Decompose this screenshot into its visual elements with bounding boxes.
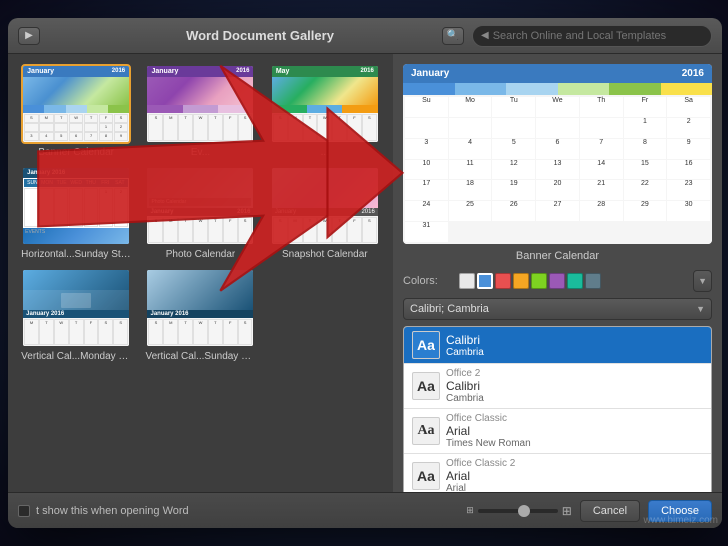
template-thumb-event: January2016 SMT WTFS bbox=[145, 64, 255, 144]
template-grid: January 2016 bbox=[8, 54, 393, 492]
font-item-cat-3: Office Classic bbox=[446, 413, 531, 424]
preview-color-bar bbox=[403, 83, 712, 95]
font-item-cat-2: Office 2 bbox=[446, 368, 484, 379]
template-thumb-photo: Photo Calendar January2016 SMT WTFS bbox=[145, 166, 255, 246]
word-document-gallery-dialog: ▶ Word Document Gallery 🔍 ◀ Januar bbox=[8, 18, 722, 528]
font-item-office-classic2[interactable]: Aa Office Classic 2 Arial Arial bbox=[404, 454, 711, 492]
bottom-bar: t show this when opening Word ⊞ ⊞ Cancel… bbox=[8, 492, 722, 528]
color-swatches bbox=[459, 273, 687, 289]
colors-label: Colors: bbox=[403, 275, 453, 287]
controls-section: Colors: ▼ bbox=[403, 270, 712, 492]
size-slider-track bbox=[478, 509, 558, 513]
font-item-details-3: Office Classic Arial Times New Roman bbox=[446, 413, 531, 449]
font-item-details-2: Office 2 Calibri Cambria bbox=[446, 368, 484, 404]
template-row-1: January 2016 bbox=[18, 64, 383, 158]
template-item-event[interactable]: January2016 SMT WTFS bbox=[142, 64, 258, 158]
color-swatch-5[interactable] bbox=[531, 273, 547, 289]
dropdown-arrow-icon: ▼ bbox=[698, 276, 707, 286]
font-item-name-3: Arial bbox=[446, 424, 531, 438]
font-item-sub-3: Times New Roman bbox=[446, 438, 531, 449]
preview-panel: January 2016 SuMoTu WeThFrSa 12 345 bbox=[393, 54, 722, 492]
checkbox-label: t show this when opening Word bbox=[36, 505, 189, 517]
template-item-banner-calendar[interactable]: January 2016 bbox=[18, 64, 134, 158]
preview-cal-header: January 2016 bbox=[403, 64, 712, 83]
font-item-aa-3: Aa bbox=[412, 417, 440, 445]
template-label-may: ... bbox=[321, 147, 329, 158]
template-label-photo-cal: Photo Calendar bbox=[166, 249, 236, 260]
template-label-horiz-sun: Horizontal...Sunday Start bbox=[21, 249, 131, 260]
color-swatch-3[interactable] bbox=[495, 273, 511, 289]
template-label-vert-mon: Vertical Cal...Monday Start bbox=[21, 351, 131, 362]
template-label-vert-sun: Vertical Cal...Sunday Start bbox=[145, 351, 255, 362]
font-dropdown[interactable]: Calibri; Cambria ▼ bbox=[403, 298, 712, 320]
template-thumb-vert-mon: January 2016 MTW TFSS bbox=[21, 268, 131, 348]
template-thumb-snapshot: January2016 SMT WTFS bbox=[270, 166, 380, 246]
template-item-may[interactable]: May2016 SMT WTFS bbox=[267, 64, 383, 158]
font-item-name-1: Calibri bbox=[446, 333, 484, 347]
template-thumb-horiz-sun: January 2016 SUN MON TUE WED THU FRI bbox=[21, 166, 131, 246]
font-item-details-4: Office Classic 2 Arial Arial bbox=[446, 458, 515, 492]
search-input[interactable] bbox=[493, 30, 703, 42]
font-item-office2[interactable]: Aa Office 2 Calibri Cambria bbox=[404, 364, 711, 409]
color-swatch-6[interactable] bbox=[549, 273, 565, 289]
title-bar: ▶ Word Document Gallery 🔍 ◀ bbox=[8, 18, 722, 54]
preview-month: January bbox=[411, 68, 449, 79]
font-item-name-4: Arial bbox=[446, 469, 515, 483]
font-item-sub-2: Cambria bbox=[446, 393, 484, 404]
font-item-office-classic[interactable]: Aa Office Classic Arial Times New Roman bbox=[404, 409, 711, 454]
show-on-open-checkbox[interactable] bbox=[18, 505, 30, 517]
color-swatch-4[interactable] bbox=[513, 273, 529, 289]
template-item-horizontal-sunday[interactable]: January 2016 SUN MON TUE WED THU FRI bbox=[18, 166, 134, 260]
template-thumb-vert-sun: January 2016 SMT WTFS bbox=[145, 268, 255, 348]
font-item-aa-1: Aa bbox=[412, 331, 440, 359]
template-row-3: January 2016 MTW TFSS Vertical Cal...Mon… bbox=[18, 268, 383, 362]
font-item-cat-4: Office Classic 2 bbox=[446, 458, 515, 469]
template-thumb-banner: January 2016 bbox=[21, 64, 131, 144]
template-item-vert-mon[interactable]: January 2016 MTW TFSS Vertical Cal...Mon… bbox=[18, 268, 134, 362]
template-item-snapshot[interactable]: January2016 SMT WTFS Snapshot Calendar bbox=[267, 166, 383, 260]
watermark: www.bimeiz.com bbox=[644, 515, 718, 526]
dialog-title: Word Document Gallery bbox=[78, 28, 442, 43]
font-dropdown-value: Calibri; Cambria bbox=[410, 303, 489, 315]
template-item-photo-cal[interactable]: Photo Calendar January2016 SMT WTFS bbox=[142, 166, 258, 260]
main-content: January 2016 bbox=[8, 54, 722, 492]
preview-label: Banner Calendar bbox=[403, 250, 712, 262]
color-swatch-1[interactable] bbox=[459, 273, 475, 289]
font-row: Calibri; Cambria ▼ bbox=[403, 298, 712, 320]
font-item-sub-4: Arial bbox=[446, 483, 515, 492]
template-label-banner: Banner Calendar bbox=[38, 147, 114, 158]
cancel-button[interactable]: Cancel bbox=[580, 500, 640, 522]
size-large-icon: ⊞ bbox=[562, 504, 572, 518]
size-slider-control: ⊞ ⊞ bbox=[466, 504, 572, 518]
color-swatch-7[interactable] bbox=[567, 273, 583, 289]
size-slider-thumb[interactable] bbox=[518, 505, 530, 517]
preview-grid: SuMoTu WeThFrSa 12 345 6789 101112 13141… bbox=[403, 95, 712, 244]
preview-year: 2016 bbox=[682, 68, 704, 79]
template-item-empty bbox=[267, 268, 383, 362]
template-thumb-may: May2016 SMT WTFS bbox=[270, 64, 380, 144]
template-item-vert-sun[interactable]: January 2016 SMT WTFS Vertical Cal...Sun… bbox=[142, 268, 258, 362]
preview-image: January 2016 SuMoTu WeThFrSa 12 345 bbox=[403, 64, 712, 244]
template-label-event: Ev... bbox=[191, 147, 210, 158]
colors-dropdown-btn[interactable]: ▼ bbox=[693, 270, 712, 292]
font-item-name-2: Calibri bbox=[446, 379, 484, 393]
search-icon: ◀ bbox=[481, 30, 489, 41]
color-swatch-8[interactable] bbox=[585, 273, 601, 289]
template-label-snapshot: Snapshot Calendar bbox=[282, 249, 368, 260]
checkbox-row: t show this when opening Word bbox=[18, 505, 458, 517]
template-row-2: January 2016 SUN MON TUE WED THU FRI bbox=[18, 166, 383, 260]
colors-row: Colors: ▼ bbox=[403, 270, 712, 292]
magnify-button[interactable]: 🔍 bbox=[442, 27, 464, 45]
font-item-aa-2: Aa bbox=[412, 372, 440, 400]
font-list: Aa Calibri Cambria Aa Office 2 Calibri bbox=[403, 326, 712, 492]
search-bar[interactable]: ◀ bbox=[472, 25, 712, 47]
font-dropdown-arrow-icon: ▼ bbox=[696, 304, 705, 314]
size-small-icon: ⊞ bbox=[466, 505, 474, 516]
media-button[interactable]: ▶ bbox=[18, 27, 40, 45]
font-item-aa-4: Aa bbox=[412, 462, 440, 490]
color-swatch-2[interactable] bbox=[477, 273, 493, 289]
font-item-details-1: Calibri Cambria bbox=[446, 333, 484, 358]
font-item-calibri-1[interactable]: Aa Calibri Cambria bbox=[404, 327, 711, 364]
font-item-sub-1: Cambria bbox=[446, 347, 484, 358]
